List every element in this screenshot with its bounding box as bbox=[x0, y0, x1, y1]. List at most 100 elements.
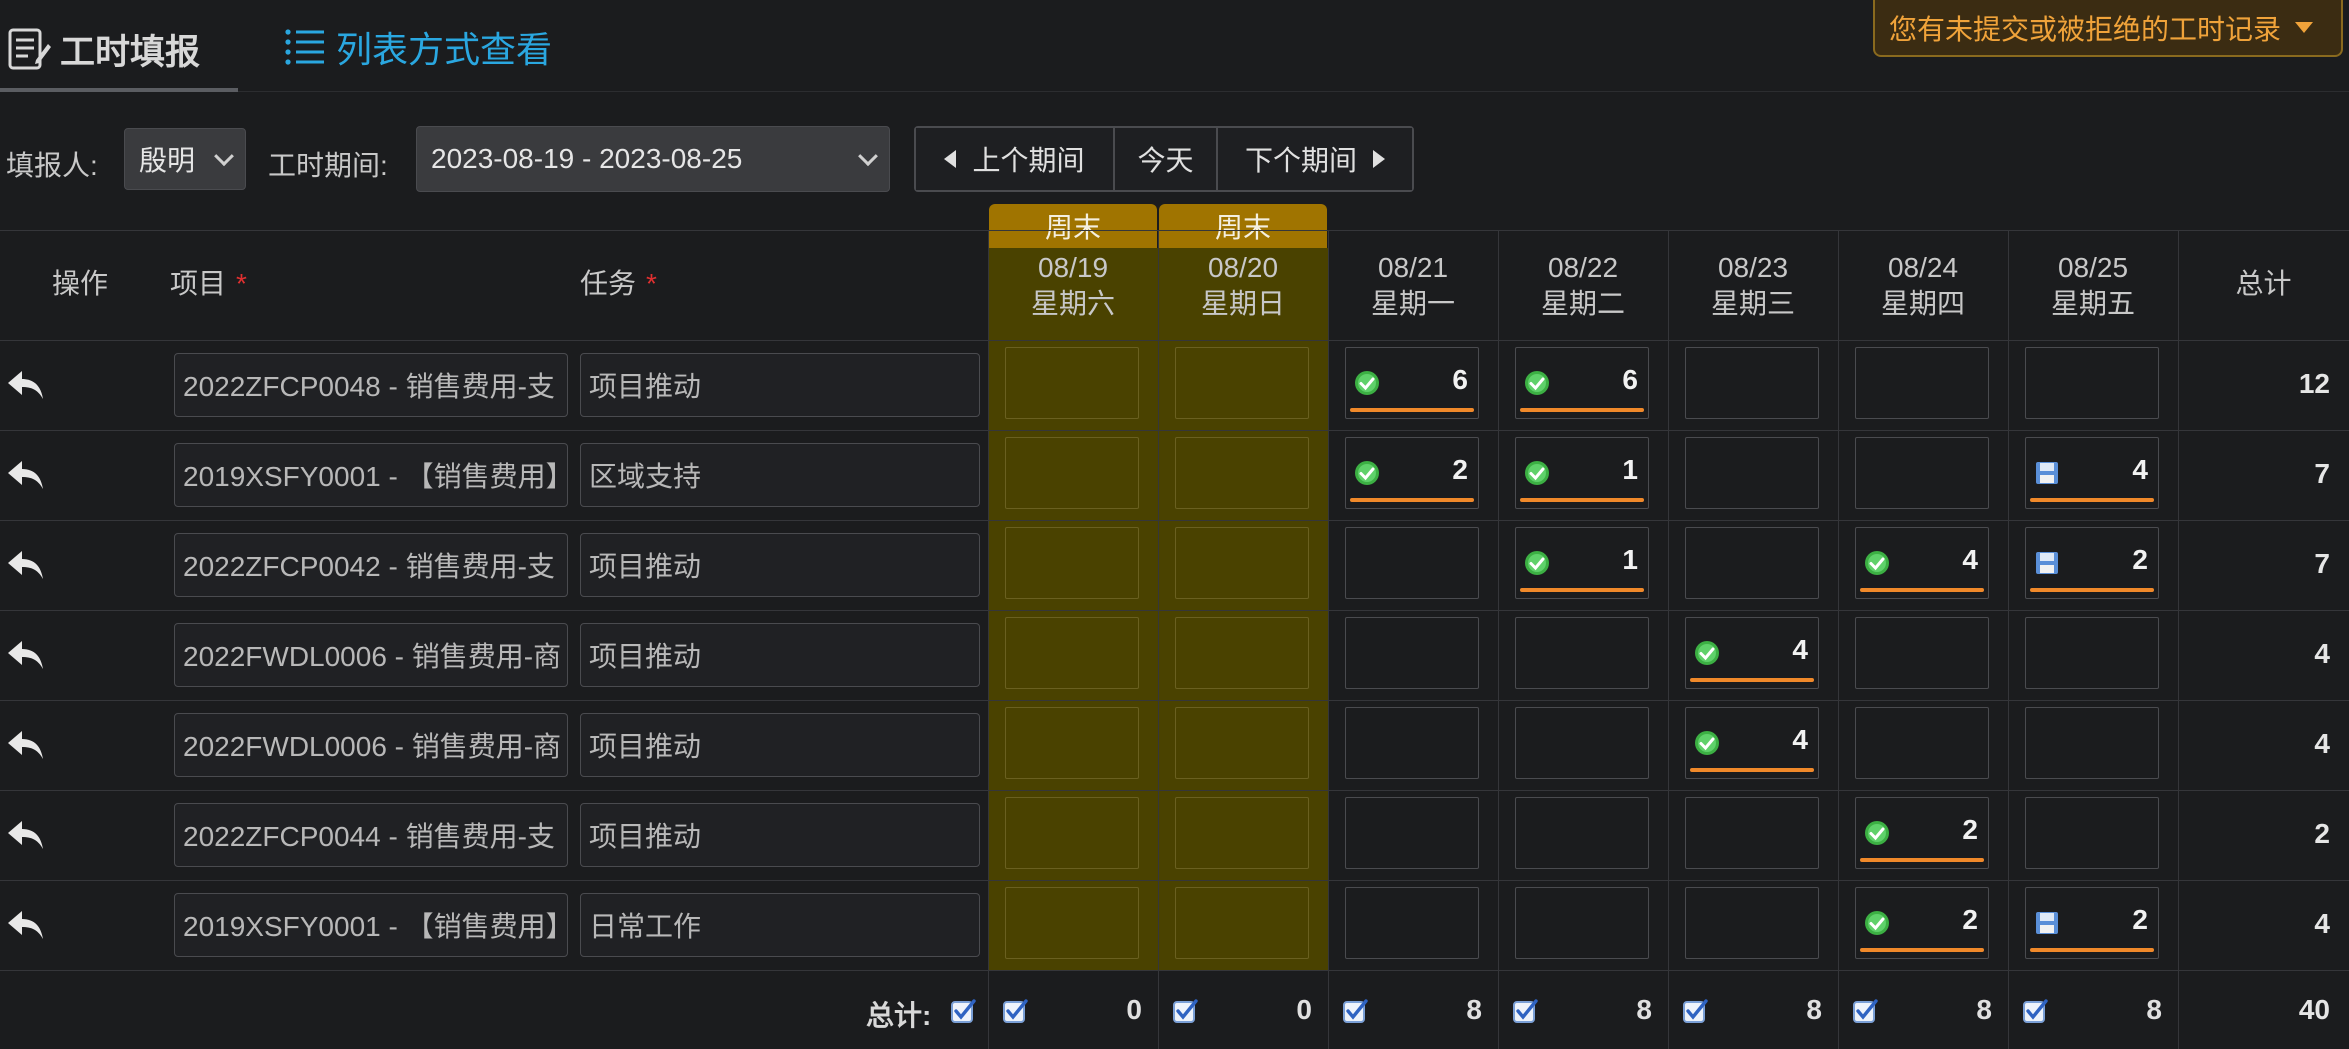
checkbox-checked-icon[interactable] bbox=[1852, 998, 1878, 1024]
hours-cell[interactable] bbox=[1345, 707, 1479, 779]
reply-arrow-icon[interactable] bbox=[6, 455, 46, 495]
checkbox-checked-icon[interactable] bbox=[1512, 998, 1538, 1024]
hours-cell[interactable] bbox=[1005, 617, 1139, 689]
weekend-badge: 周末 bbox=[1159, 204, 1327, 248]
hours-cell[interactable] bbox=[1345, 527, 1479, 599]
grid-row-divider bbox=[0, 610, 2349, 611]
checkbox-checked-icon[interactable] bbox=[1682, 998, 1708, 1024]
reply-arrow-icon[interactable] bbox=[6, 905, 46, 945]
prev-period-button[interactable]: 上个期间 bbox=[916, 128, 1113, 190]
hours-cell[interactable]: 6 bbox=[1515, 347, 1649, 419]
hours-cell[interactable] bbox=[1345, 617, 1479, 689]
check-badge-icon bbox=[1695, 731, 1719, 755]
project-field[interactable]: 2019XSFY0001 - 【销售费用】 bbox=[174, 893, 568, 957]
hours-cell[interactable] bbox=[1515, 797, 1649, 869]
hours-cell[interactable] bbox=[1175, 347, 1309, 419]
tab-timesheet-fill[interactable]: 工时填报 bbox=[0, 0, 238, 92]
header-day-date: 08/25 bbox=[2057, 252, 2129, 283]
row-total: 12 bbox=[2298, 368, 2330, 399]
tab-list-view[interactable]: 列表方式查看 bbox=[282, 22, 552, 72]
task-field[interactable]: 项目推动 bbox=[580, 353, 980, 417]
row-total: 7 bbox=[2314, 548, 2330, 579]
hours-cell[interactable] bbox=[1515, 707, 1649, 779]
hours-cell[interactable] bbox=[1685, 437, 1819, 509]
hours-cell[interactable]: 4 bbox=[1855, 527, 1989, 599]
hours-cell[interactable] bbox=[1515, 617, 1649, 689]
check-badge-icon bbox=[1355, 371, 1379, 395]
required-asterisk: * bbox=[646, 268, 657, 299]
hours-cell[interactable] bbox=[1175, 437, 1309, 509]
checkbox-checked-icon[interactable] bbox=[1342, 998, 1368, 1024]
reply-arrow-icon[interactable] bbox=[6, 365, 46, 405]
project-field[interactable]: 2022ZFCP0042 - 销售费用-支 bbox=[174, 533, 568, 597]
row-total: 7 bbox=[2314, 458, 2330, 489]
checkbox-checked-icon[interactable] bbox=[950, 998, 976, 1024]
hours-cell[interactable]: 2 bbox=[1345, 437, 1479, 509]
hours-cell[interactable]: 4 bbox=[1685, 707, 1819, 779]
pending-records-notice[interactable]: 您有未提交或被拒绝的工时记录 bbox=[1873, 0, 2343, 57]
list-icon bbox=[285, 29, 324, 65]
hours-underline bbox=[1520, 588, 1644, 592]
hours-cell[interactable] bbox=[1685, 887, 1819, 959]
today-button[interactable]: 今天 bbox=[1113, 128, 1216, 190]
reporter-select[interactable]: 殷明 bbox=[124, 128, 246, 190]
project-field[interactable]: 2022ZFCP0048 - 销售费用-支 bbox=[174, 353, 568, 417]
hours-underline bbox=[2030, 588, 2154, 592]
project-field[interactable]: 2022FWDL0006 - 销售费用-商 bbox=[174, 623, 568, 687]
hours-cell[interactable] bbox=[1005, 707, 1139, 779]
hours-cell[interactable] bbox=[1855, 707, 1989, 779]
hours-cell[interactable]: 1 bbox=[1515, 437, 1649, 509]
grid-row-divider bbox=[0, 520, 2349, 521]
checkbox-checked-icon[interactable] bbox=[1002, 998, 1028, 1024]
day-total: 8 bbox=[1466, 994, 1482, 1025]
project-field[interactable]: 2022FWDL0006 - 销售费用-商 bbox=[174, 713, 568, 777]
hours-cell[interactable] bbox=[1005, 797, 1139, 869]
hours-cell[interactable] bbox=[1345, 797, 1479, 869]
checkbox-checked-icon[interactable] bbox=[2022, 998, 2048, 1024]
task-field[interactable]: 项目推动 bbox=[580, 713, 980, 777]
hours-cell[interactable] bbox=[1005, 527, 1139, 599]
hours-cell[interactable]: 4 bbox=[1685, 617, 1819, 689]
check-badge-icon bbox=[1525, 371, 1549, 395]
hours-cell[interactable]: 2 bbox=[1855, 797, 1989, 869]
reply-arrow-icon[interactable] bbox=[6, 635, 46, 675]
grid-col-divider bbox=[2008, 230, 2009, 1049]
hours-cell[interactable] bbox=[1005, 437, 1139, 509]
row-total: 2 bbox=[2314, 818, 2330, 849]
period-select[interactable]: 2023-08-19 - 2023-08-25 bbox=[416, 126, 890, 192]
hours-cell[interactable] bbox=[1855, 437, 1989, 509]
hours-cell[interactable] bbox=[1855, 617, 1989, 689]
task-field[interactable]: 项目推动 bbox=[580, 623, 980, 687]
hours-cell[interactable]: 6 bbox=[1345, 347, 1479, 419]
hours-cell[interactable] bbox=[1685, 527, 1819, 599]
hours-cell[interactable] bbox=[1175, 797, 1309, 869]
hours-underline bbox=[1350, 408, 1474, 412]
hours-cell[interactable] bbox=[1855, 347, 1989, 419]
hours-cell[interactable] bbox=[1175, 527, 1309, 599]
save-disk-icon bbox=[2036, 552, 2058, 574]
next-period-button[interactable]: 下个期间 bbox=[1216, 128, 1412, 190]
hours-cell[interactable] bbox=[1345, 887, 1479, 959]
hours-cell[interactable] bbox=[1685, 347, 1819, 419]
task-field[interactable]: 项目推动 bbox=[580, 803, 980, 867]
reply-arrow-icon[interactable] bbox=[6, 725, 46, 765]
hours-cell[interactable]: 2 bbox=[1855, 887, 1989, 959]
hours-cell[interactable] bbox=[1005, 887, 1139, 959]
hours-cell[interactable] bbox=[1175, 707, 1309, 779]
reply-arrow-icon[interactable] bbox=[6, 545, 46, 585]
project-field[interactable]: 2022ZFCP0044 - 销售费用-支 bbox=[174, 803, 568, 867]
hours-cell[interactable] bbox=[1515, 887, 1649, 959]
hours-cell[interactable] bbox=[1175, 617, 1309, 689]
reply-arrow-icon[interactable] bbox=[6, 815, 46, 855]
hours-cell[interactable]: 1 bbox=[1515, 527, 1649, 599]
task-field[interactable]: 日常工作 bbox=[580, 893, 980, 957]
checkbox-checked-icon[interactable] bbox=[1172, 998, 1198, 1024]
hours-cell[interactable] bbox=[1175, 887, 1309, 959]
today-label: 今天 bbox=[1137, 145, 1194, 176]
hours-cell[interactable] bbox=[1005, 347, 1139, 419]
task-field[interactable]: 区域支持 bbox=[580, 443, 980, 507]
project-field[interactable]: 2019XSFY0001 - 【销售费用】 bbox=[174, 443, 568, 507]
hours-cell[interactable] bbox=[1685, 797, 1819, 869]
grid-col-divider bbox=[988, 230, 989, 1049]
task-field[interactable]: 项目推动 bbox=[580, 533, 980, 597]
